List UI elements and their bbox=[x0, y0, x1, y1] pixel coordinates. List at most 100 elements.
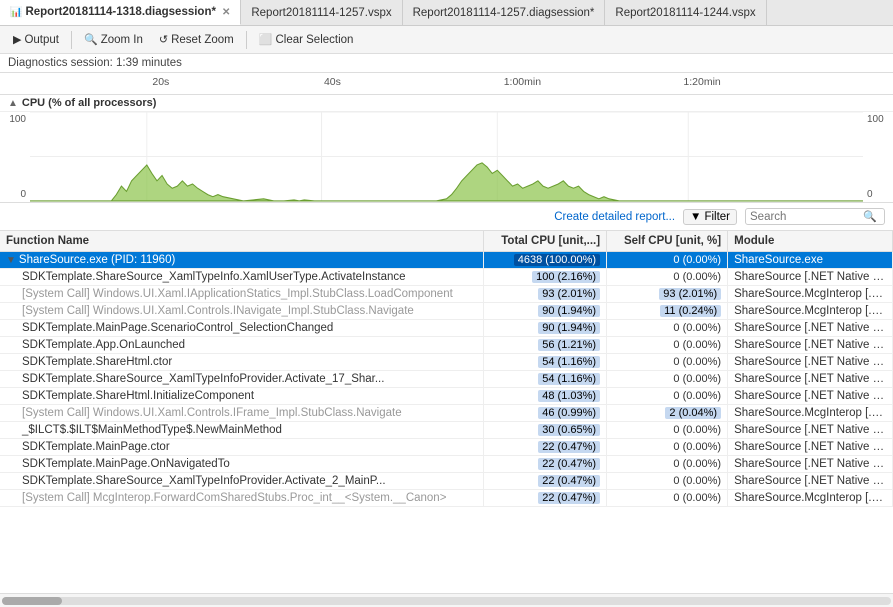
col-header-total-cpu[interactable]: Total CPU [unit,...] bbox=[484, 231, 607, 252]
axis-label-20s: 20s bbox=[152, 76, 169, 88]
tab-label: Report20181114-1244.vspx bbox=[615, 7, 755, 19]
tab-vspx-1244[interactable]: Report20181114-1244.vspx bbox=[605, 0, 766, 25]
self-cpu-value: 0 (0.00%) bbox=[673, 390, 721, 402]
filter-label: Filter bbox=[704, 211, 730, 223]
table-row[interactable]: SDKTemplate.App.OnLaunched56 (1.21%)0 (0… bbox=[0, 337, 893, 354]
cpu-title: CPU (% of all processors) bbox=[22, 97, 156, 109]
table-row[interactable]: SDKTemplate.ShareSource_XamlTypeInfo.Xam… bbox=[0, 269, 893, 286]
y-max-label: 100 bbox=[4, 114, 26, 125]
zoom-in-button[interactable]: 🔍 Zoom In bbox=[77, 30, 150, 49]
table-row[interactable]: ▼ ShareSource.exe (PID: 11960) 4638 (100.… bbox=[0, 252, 893, 269]
axis-container: 20s 40s 1:00min 1:20min bbox=[38, 73, 855, 94]
module-value: ShareSource.McgInterop [.NET Nat bbox=[728, 490, 893, 507]
self-cpu-value: 0 (0.00%) bbox=[673, 475, 721, 487]
self-cpu-value: 0 (0.00%) bbox=[673, 373, 721, 385]
total-cpu-value: 54 (1.16%) bbox=[538, 356, 600, 368]
total-cpu-value: 48 (1.03%) bbox=[538, 390, 600, 402]
clear-selection-label: Clear Selection bbox=[275, 34, 353, 46]
function-name: SDKTemplate.ShareSource_XamlTypeInfoProv… bbox=[22, 373, 384, 385]
self-cpu-value: 0 (0.00%) bbox=[673, 458, 721, 470]
total-cpu-value: 46 (0.99%) bbox=[538, 407, 600, 419]
function-name: [System Call] Windows.UI.Xaml.IApplicati… bbox=[22, 288, 453, 300]
zoom-in-label: Zoom In bbox=[101, 34, 143, 46]
function-name: [System Call] McgInterop.ForwardComShare… bbox=[22, 492, 446, 504]
total-cpu-value: 56 (1.21%) bbox=[538, 339, 600, 351]
y-min-right-label: 0 bbox=[867, 189, 889, 200]
cpu-chart-container: 100 0 100 bbox=[0, 112, 893, 202]
table-scroll[interactable]: Function Name Total CPU [unit,...] Self … bbox=[0, 231, 893, 593]
self-cpu-value: 0 (0.00%) bbox=[673, 356, 721, 368]
bottom-scroll[interactable] bbox=[0, 593, 893, 607]
module-value: ShareSource [.NET Native Binary: S bbox=[728, 388, 893, 405]
tab-diagsession-1318[interactable]: 📊 Report20181114-1318.diagsession* ✕ bbox=[0, 0, 241, 25]
tab-vspx-1257[interactable]: Report20181114-1257.vspx bbox=[241, 0, 402, 25]
function-name: SDKTemplate.ShareHtml.ctor bbox=[22, 356, 172, 368]
table-row[interactable]: [System Call] Windows.UI.Xaml.IApplicati… bbox=[0, 286, 893, 303]
timeline-header: Diagnostics session: 1:39 minutes bbox=[0, 54, 893, 73]
filter-icon: ▼ bbox=[690, 211, 701, 223]
table-row[interactable]: [System Call] McgInterop.ForwardComShare… bbox=[0, 490, 893, 507]
search-box: 🔍 bbox=[745, 208, 885, 225]
filter-button[interactable]: ▼ Filter bbox=[683, 209, 737, 225]
axis-label-1min: 1:00min bbox=[504, 76, 541, 88]
tab-icon: 📊 bbox=[10, 7, 22, 18]
zoom-in-icon: 🔍 bbox=[84, 33, 98, 46]
module-value: ShareSource [.NET Native Binary: S bbox=[728, 422, 893, 439]
self-cpu-value: 0 (0.00%) bbox=[673, 492, 721, 504]
self-cpu-value: 0 (0.00%) bbox=[673, 441, 721, 453]
table-row[interactable]: SDKTemplate.ShareSource_XamlTypeInfoProv… bbox=[0, 371, 893, 388]
function-name: SDKTemplate.ShareSource_XamlTypeInfo.Xam… bbox=[22, 271, 406, 283]
cpu-chart[interactable] bbox=[30, 112, 863, 202]
table-row[interactable]: SDKTemplate.MainPage.OnNavigatedTo22 (0.… bbox=[0, 456, 893, 473]
axis-label-1-20min: 1:20min bbox=[683, 76, 720, 88]
total-cpu-value: 54 (1.16%) bbox=[538, 373, 600, 385]
self-cpu-value: 0 (0.00%) bbox=[673, 254, 721, 266]
table-row[interactable]: SDKTemplate.ShareHtml.ctor 54 (1.16%) 0 (0… bbox=[0, 354, 893, 371]
col-header-module[interactable]: Module bbox=[728, 231, 893, 252]
total-cpu-value: 90 (1.94%) bbox=[538, 305, 600, 317]
tab-label: Report20181114-1318.diagsession* bbox=[25, 6, 216, 18]
clear-selection-button[interactable]: ⬜ Clear Selection bbox=[252, 30, 361, 49]
total-cpu-value: 4638 (100.00%) bbox=[514, 254, 600, 266]
table-row[interactable]: SDKTemplate.ShareHtml.InitializeComponen… bbox=[0, 388, 893, 405]
search-input[interactable] bbox=[750, 211, 860, 223]
cpu-section: ▲ CPU (% of all processors) 100 0 bbox=[0, 95, 893, 203]
table-row[interactable]: SDKTemplate.MainPage.ctor22 (0.47%)0 (0.… bbox=[0, 439, 893, 456]
table-row[interactable]: [System Call] Windows.UI.Xaml.Controls.I… bbox=[0, 303, 893, 320]
reset-zoom-button[interactable]: ↺ Reset Zoom bbox=[152, 30, 241, 49]
cpu-y-axis-left: 100 0 bbox=[0, 112, 30, 202]
tab-label: Report20181114-1257.diagsession* bbox=[413, 7, 595, 19]
col-header-function[interactable]: Function Name bbox=[0, 231, 484, 252]
toolbar-separator-2 bbox=[246, 31, 247, 49]
table-row[interactable]: [System Call] Windows.UI.Xaml.Controls.I… bbox=[0, 405, 893, 422]
collapse-icon[interactable]: ▼ bbox=[6, 255, 16, 266]
tab-diagsession-1257[interactable]: Report20181114-1257.diagsession* bbox=[403, 0, 606, 25]
total-cpu-value: 22 (0.47%) bbox=[538, 475, 600, 487]
function-name: SDKTemplate.ShareSource_XamlTypeInfoProv… bbox=[22, 475, 386, 487]
col-header-self-cpu[interactable]: Self CPU [unit, %] bbox=[607, 231, 728, 252]
scroll-track[interactable] bbox=[2, 597, 891, 605]
axis-label-40s: 40s bbox=[324, 76, 341, 88]
function-name: _$ILCT$.$ILT$MainMethodType$.NewMainMeth… bbox=[22, 424, 282, 436]
table-row[interactable]: SDKTemplate.MainPage.ScenarioControl_Sel… bbox=[0, 320, 893, 337]
tab-bar: 📊 Report20181114-1318.diagsession* ✕ Rep… bbox=[0, 0, 893, 26]
tab-close-icon[interactable]: ✕ bbox=[222, 7, 230, 18]
data-table: Function Name Total CPU [unit,...] Self … bbox=[0, 231, 893, 507]
table-row[interactable]: _$ILCT$.$ILT$MainMethodType$.NewMainMeth… bbox=[0, 422, 893, 439]
search-icon: 🔍 bbox=[863, 210, 877, 223]
total-cpu-value: 93 (2.01%) bbox=[538, 288, 600, 300]
module-value: ShareSource [.NET Native Binary: S bbox=[728, 269, 893, 286]
create-report-button[interactable]: Create detailed report... bbox=[554, 211, 675, 223]
total-cpu-value: 100 (2.16%) bbox=[532, 271, 600, 283]
output-button[interactable]: ▶ Output bbox=[6, 30, 66, 49]
function-name: SDKTemplate.MainPage.ctor bbox=[22, 441, 170, 453]
module-value: ShareSource [.NET Native Binary: S bbox=[728, 456, 893, 473]
tab-label: Report20181114-1257.vspx bbox=[251, 7, 391, 19]
table-row[interactable]: SDKTemplate.ShareSource_XamlTypeInfoProv… bbox=[0, 473, 893, 490]
module-value: ShareSource.McgInterop [.NET Nat bbox=[728, 303, 893, 320]
toolbar-separator-1 bbox=[71, 31, 72, 49]
module-value: ShareSource [.NET Native Binary: S bbox=[728, 371, 893, 388]
function-name: ShareSource.exe (PID: 11960) bbox=[19, 254, 175, 266]
scroll-thumb[interactable] bbox=[2, 597, 62, 605]
function-name: SDKTemplate.MainPage.OnNavigatedTo bbox=[22, 458, 230, 470]
